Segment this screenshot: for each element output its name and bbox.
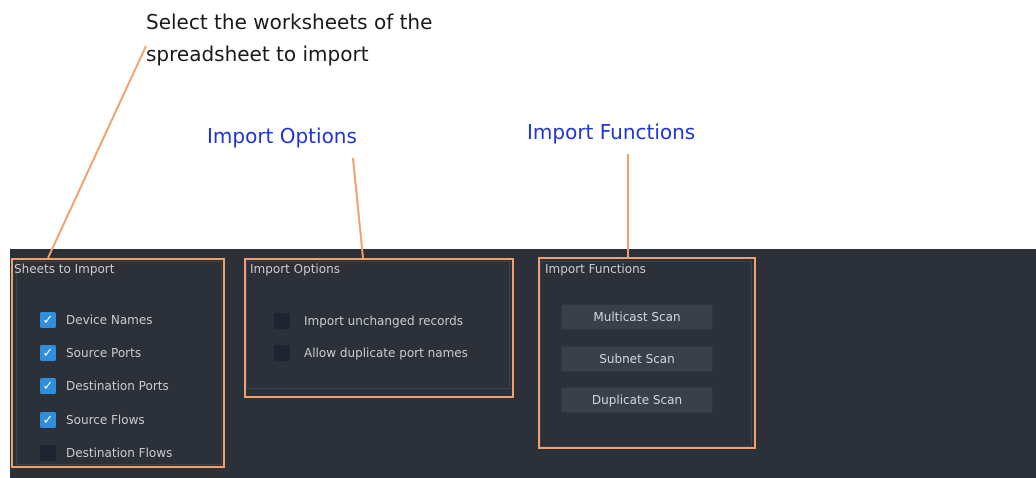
annotation-select-line2: spreadsheet to import (146, 42, 369, 66)
callout-line-sheets (47, 45, 147, 259)
annotation-select-line1: Select the worksheets of the (146, 10, 433, 34)
highlight-functions (538, 257, 756, 449)
annotation-import-functions: Import Functions (527, 120, 696, 144)
highlight-options (244, 258, 514, 398)
annotation-import-options: Import Options (207, 124, 357, 148)
annotation-select-worksheets: Select the worksheets of the spreadsheet… (146, 6, 432, 70)
highlight-sheets (11, 258, 225, 468)
callout-line-options (352, 157, 364, 259)
